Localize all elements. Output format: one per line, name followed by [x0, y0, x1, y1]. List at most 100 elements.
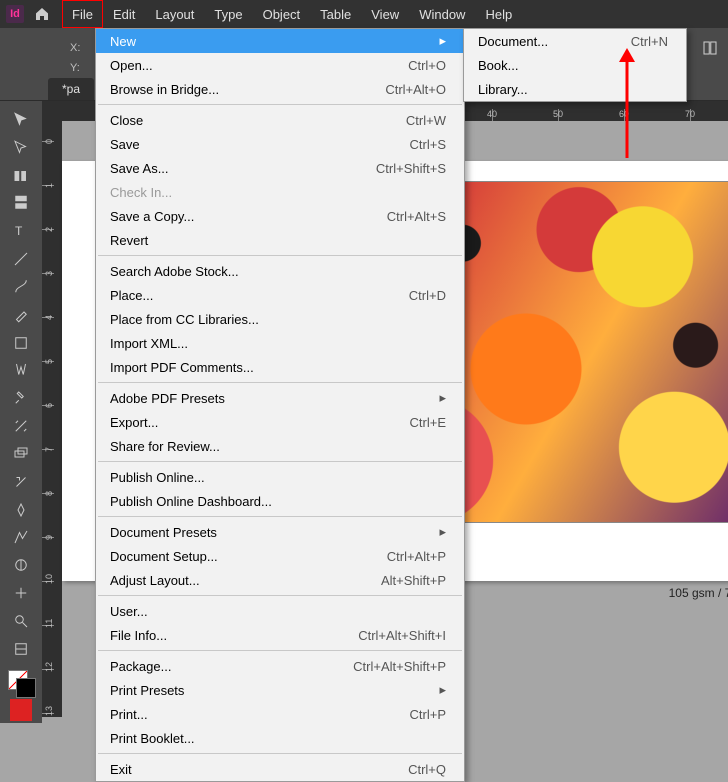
menu-item-label: Document... [478, 34, 611, 49]
menu-item-label: File Info... [110, 628, 338, 643]
submenu-arrow-icon: ▸ [436, 524, 446, 540]
menu-item-label: Document Setup... [110, 549, 367, 564]
new-submenu-book[interactable]: Book... [464, 53, 686, 77]
menu-item-label: Print Presets [110, 683, 430, 698]
file-menu-open[interactable]: Open...Ctrl+O [96, 53, 464, 77]
file-menu-import-xml[interactable]: Import XML... [96, 331, 464, 355]
menu-item-label: Import PDF Comments... [110, 360, 446, 375]
measure-tool[interactable] [6, 580, 36, 606]
new-submenu-document[interactable]: Document...Ctrl+N [464, 29, 686, 53]
file-menu-export[interactable]: Export...Ctrl+E [96, 410, 464, 434]
menu-item-label: New [110, 34, 430, 49]
menu-item-label: Print... [110, 707, 390, 722]
color-mode-red[interactable] [6, 697, 36, 723]
menu-file[interactable]: File [62, 0, 103, 28]
page-tool[interactable] [6, 163, 36, 189]
note-tool[interactable] [6, 497, 36, 523]
svg-text:T: T [15, 224, 23, 238]
gradient-feather-tool[interactable] [6, 469, 36, 495]
app-icon: Id [6, 5, 24, 23]
file-menu-new[interactable]: New ▸ [96, 29, 464, 53]
menu-item-label: Print Booklet... [110, 731, 446, 746]
file-menu-place[interactable]: Place...Ctrl+D [96, 283, 464, 307]
home-icon[interactable] [32, 4, 52, 24]
menu-item-label: Exit [110, 762, 388, 777]
polygon-tool[interactable] [6, 357, 36, 383]
document-tab[interactable]: *pa [48, 78, 94, 100]
zoom-tool[interactable] [6, 636, 36, 662]
file-menu-save-as[interactable]: Save As... Ctrl+Shift+S [96, 156, 464, 180]
menu-item-label: Adjust Layout... [110, 573, 361, 588]
menu-table[interactable]: Table [310, 0, 361, 28]
file-menu-search-adobe-stock[interactable]: Search Adobe Stock... [96, 259, 464, 283]
fill-stroke-swatch[interactable] [6, 668, 36, 696]
file-menu-package[interactable]: Package...Ctrl+Alt+Shift+P [96, 654, 464, 678]
file-menu-browse-in-bridge[interactable]: Browse in Bridge...Ctrl+Alt+O [96, 77, 464, 101]
menu-window[interactable]: Window [409, 0, 475, 28]
menu-layout[interactable]: Layout [145, 0, 204, 28]
menu-item-label: Check In... [110, 185, 446, 200]
gradient-swatch-tool[interactable] [6, 441, 36, 467]
file-menu-user[interactable]: User... [96, 599, 464, 623]
new-submenu-library[interactable]: Library... [464, 77, 686, 101]
gsm-readout: 105 gsm / 71 [669, 586, 728, 600]
type-tool[interactable]: T [6, 218, 36, 244]
menu-item-label: Library... [478, 82, 668, 97]
menu-item-accel: Ctrl+Alt+S [387, 209, 446, 224]
menu-item-label: Save [110, 137, 390, 152]
selection-tool[interactable] [6, 107, 36, 133]
menu-view[interactable]: View [361, 0, 409, 28]
file-menu-import-pdf-comments[interactable]: Import PDF Comments... [96, 355, 464, 379]
menu-item-accel: Ctrl+S [410, 137, 446, 152]
file-menu-document-setup[interactable]: Document Setup... Ctrl+Alt+P [96, 544, 464, 568]
menu-item-label: Import XML... [110, 336, 446, 351]
file-menu-save-a-copy[interactable]: Save a Copy...Ctrl+Alt+S [96, 204, 464, 228]
menu-item-accel: Ctrl+D [409, 288, 446, 303]
menu-item-label: Share for Review... [110, 439, 446, 454]
color-theme-tool[interactable] [6, 524, 36, 550]
menu-item-accel: Alt+Shift+P [381, 573, 446, 588]
new-submenu: Document...Ctrl+NBook... Library... [463, 28, 687, 102]
file-menu-revert[interactable]: Revert [96, 228, 464, 252]
pencil-tool[interactable] [6, 302, 36, 328]
xy-readout: X: Y: [70, 38, 80, 78]
file-menu-publish-online[interactable]: Publish Online... [96, 465, 464, 489]
menu-item-accel: Ctrl+Shift+S [376, 161, 446, 176]
file-menu-close[interactable]: CloseCtrl+W [96, 108, 464, 132]
panel-icon-3[interactable] [698, 36, 722, 60]
menu-item-accel: Ctrl+E [410, 415, 446, 430]
y-label: Y: [70, 62, 80, 74]
direct-selection-tool[interactable] [6, 135, 36, 161]
menu-item-accel: Ctrl+Alt+P [387, 549, 446, 564]
gap-tool[interactable] [6, 190, 36, 216]
submenu-arrow-icon: ▸ [436, 33, 446, 49]
file-menu-adobe-pdf-presets[interactable]: Adobe PDF Presets▸ [96, 386, 464, 410]
menu-item-label: Place from CC Libraries... [110, 312, 446, 327]
menu-object[interactable]: Object [253, 0, 311, 28]
line-tool[interactable] [6, 246, 36, 272]
file-menu-print-booklet[interactable]: Print Booklet... [96, 726, 464, 750]
eyedropper-tool[interactable] [6, 552, 36, 578]
menu-edit[interactable]: Edit [103, 0, 145, 28]
scissors-tool[interactable] [6, 385, 36, 411]
file-menu-print[interactable]: Print...Ctrl+P [96, 702, 464, 726]
menu-item-label: Publish Online Dashboard... [110, 494, 446, 509]
rectangle-tool[interactable] [6, 330, 36, 356]
menu-type[interactable]: Type [204, 0, 252, 28]
hand-tool[interactable] [6, 608, 36, 634]
menu-item-label: Save As... [110, 161, 356, 176]
file-menu-adjust-layout[interactable]: Adjust Layout... Alt+Shift+P [96, 568, 464, 592]
file-menu-document-presets[interactable]: Document Presets▸ [96, 520, 464, 544]
file-menu-publish-online-dashboard[interactable]: Publish Online Dashboard... [96, 489, 464, 513]
file-menu-share-for-review[interactable]: Share for Review... [96, 434, 464, 458]
free-transform-tool[interactable] [6, 413, 36, 439]
file-menu-file-info[interactable]: File Info...Ctrl+Alt+Shift+I [96, 623, 464, 647]
file-menu-exit[interactable]: ExitCtrl+Q [96, 757, 464, 781]
menu-item-label: Search Adobe Stock... [110, 264, 446, 279]
file-menu-save[interactable]: Save Ctrl+S [96, 132, 464, 156]
file-menu-check-in: Check In... [96, 180, 464, 204]
file-menu-print-presets[interactable]: Print Presets▸ [96, 678, 464, 702]
menu-help[interactable]: Help [475, 0, 522, 28]
pen-tool[interactable] [6, 274, 36, 300]
file-menu-place-from-cc-libraries[interactable]: Place from CC Libraries... [96, 307, 464, 331]
